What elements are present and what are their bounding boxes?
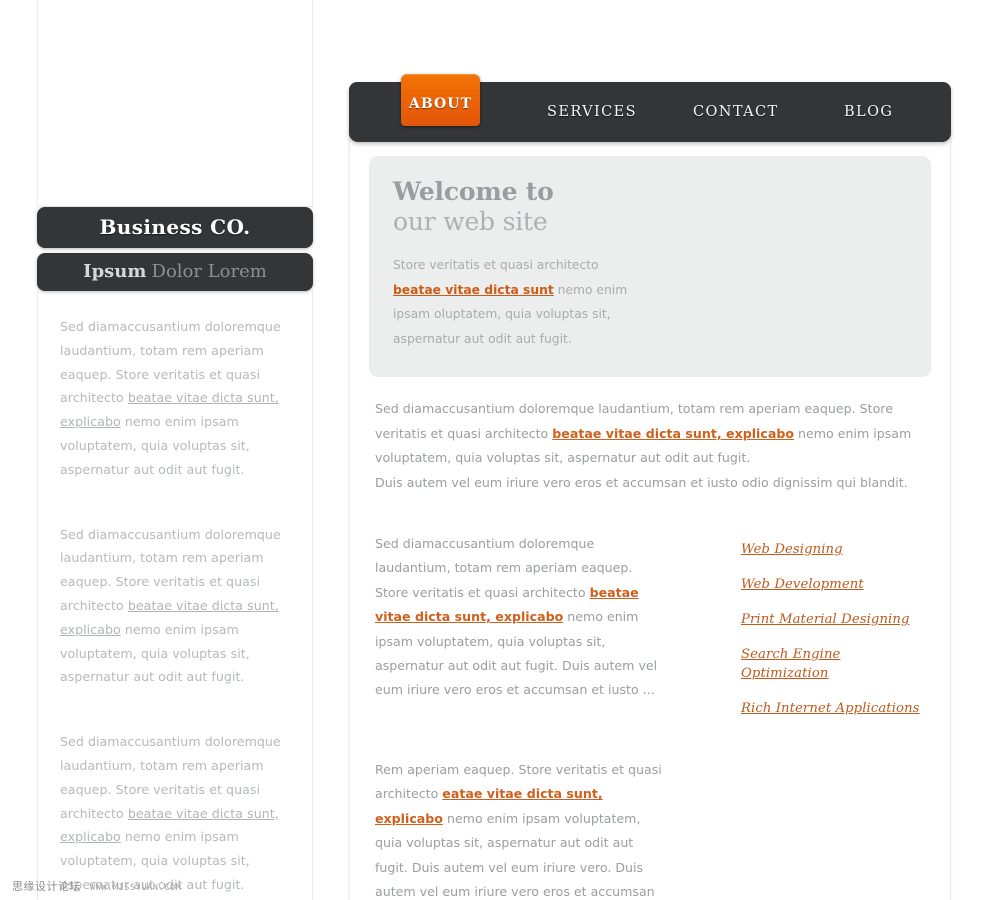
sidebar-paragraph: Sed diamaccusantium doloremque laudantiu…: [60, 315, 292, 482]
nav-item-about[interactable]: ABOUT: [401, 74, 480, 126]
watermark-url: WWW.MISSYUAN.COM: [90, 883, 182, 893]
sidebar: Business CO. Ipsum Dolor Lorem Sed diama…: [37, 0, 313, 900]
sidebar-section-header: Ipsum Dolor Lorem: [37, 253, 313, 291]
welcome-text-before: Store veritatis et quasi architecto: [393, 258, 599, 272]
welcome-box: Welcome to our web site Store veritatis …: [369, 156, 931, 377]
nav-item-services[interactable]: SERVICES: [547, 82, 637, 142]
service-link-web-development[interactable]: Web Development: [741, 577, 864, 592]
navigation-bar: ABOUT SERVICES CONTACT BLOG ABOUT: [349, 74, 951, 142]
service-link-rich-internet-applications[interactable]: Rich Internet Applications: [741, 701, 920, 716]
intro-paragraph: Sed diamaccusantium doloremque laudantiu…: [369, 397, 931, 471]
list-item: Rich Internet Applications: [741, 697, 927, 716]
main-column: ABOUT SERVICES CONTACT BLOG ABOUT Welcom…: [349, 74, 951, 900]
sidebar-section-header-light: Dolor Lorem: [151, 261, 267, 282]
service-link-search-engine-optimization[interactable]: Search Engine Optimization: [741, 647, 840, 681]
sidebar-section-header-bold: Ipsum: [83, 261, 147, 282]
intro-inline-link[interactable]: beatae vitae dicta sunt, explicabo: [552, 426, 794, 441]
welcome-inline-link[interactable]: beatae vitae dicta sunt: [393, 283, 554, 297]
content-panel: Welcome to our web site Store veritatis …: [349, 128, 951, 900]
service-link-print-material-designing[interactable]: Print Material Designing: [741, 612, 910, 627]
nav-item-blog[interactable]: BLOG: [844, 82, 893, 142]
nav-item-contact[interactable]: CONTACT: [693, 82, 779, 142]
brand-bar: Business CO.: [37, 207, 313, 248]
services-list: Web Designing Web Development Print Mate…: [741, 538, 927, 716]
list-item: Web Development: [741, 573, 927, 592]
list-item: Search Engine Optimization: [741, 643, 927, 681]
list-item: Print Material Designing: [741, 608, 927, 627]
second-block-column-left: Rem aperiam eaquep. Store veritatis et q…: [375, 758, 665, 900]
sidebar-top-blank-panel: [37, 0, 313, 207]
welcome-title-line2: our web site: [393, 207, 548, 236]
sidebar-paragraph: Sed diamaccusantium doloremque laudantiu…: [60, 730, 292, 897]
service-link-web-designing[interactable]: Web Designing: [741, 542, 843, 557]
nav-item-about-label: ABOUT: [408, 96, 473, 112]
footer-watermark: 思缘设计论坛 WWW.MISSYUAN.COM: [12, 878, 181, 894]
page-root: Business CO. Ipsum Dolor Lorem Sed diama…: [0, 0, 1000, 900]
watermark-forum-name: 思缘设计论坛: [12, 880, 81, 893]
welcome-title-line1: Welcome to: [393, 177, 554, 206]
welcome-title: Welcome to our web site: [393, 178, 905, 235]
welcome-paragraph: Store veritatis et quasi architecto beat…: [393, 253, 633, 351]
column-right: Web Designing Web Development Print Mate…: [665, 532, 927, 716]
sidebar-body: Sed diamaccusantium doloremque laudantiu…: [37, 291, 313, 900]
second-block-paragraph: Rem aperiam eaquep. Store veritatis et q…: [375, 758, 665, 900]
brand-title: Business CO.: [99, 215, 251, 239]
intro-paragraph-secondary: Duis autem vel eum iriure vero eros et a…: [375, 474, 908, 490]
second-block: Rem aperiam eaquep. Store veritatis et q…: [369, 758, 931, 900]
column-left: Sed diamaccusantium doloremque laudantiu…: [375, 532, 665, 716]
sidebar-paragraph: Sed diamaccusantium doloremque laudantiu…: [60, 523, 292, 690]
two-column-block: Sed diamaccusantium doloremque laudantiu…: [369, 532, 931, 716]
column-left-paragraph: Sed diamaccusantium doloremque laudantiu…: [375, 532, 665, 703]
second-block-column-right: [665, 758, 927, 900]
list-item: Web Designing: [741, 538, 927, 557]
